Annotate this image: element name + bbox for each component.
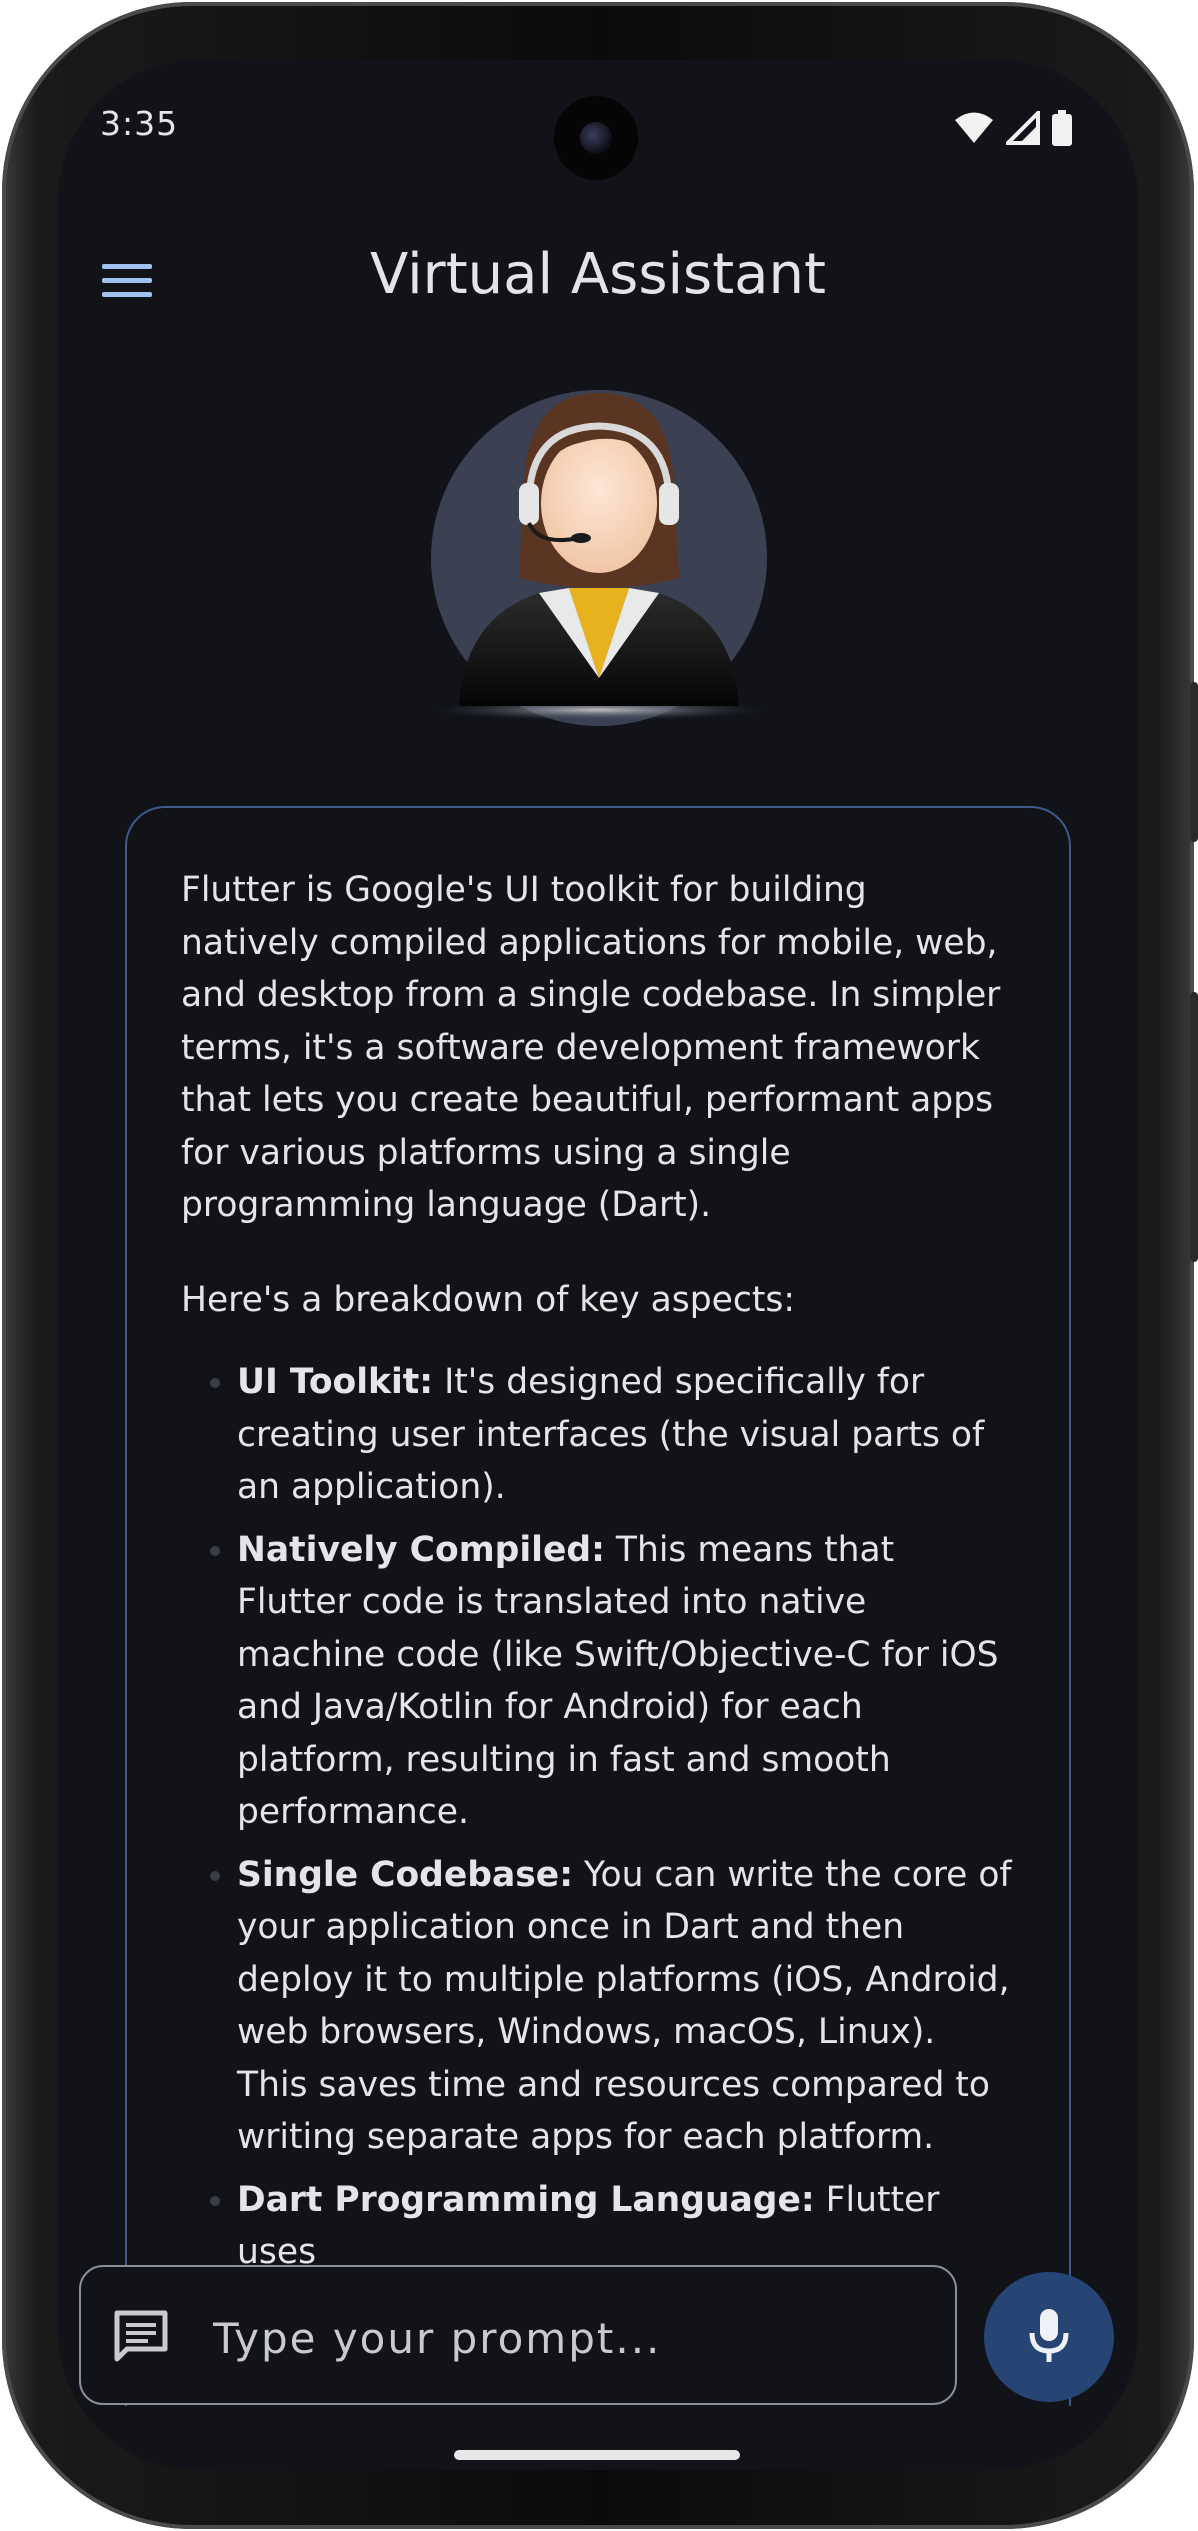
response-breakdown-heading: Here's a breakdown of key aspects: [181, 1279, 795, 1320]
list-item-term: Natively Compiled: [237, 1529, 605, 1570]
cellular-signal-icon [1006, 111, 1040, 145]
microphone-icon [1029, 2309, 1069, 2362]
phone-frame: 3:35 Virtual Assistant Flutter is Google… [2, 2, 1198, 2529]
power-button [1190, 682, 1198, 842]
status-icons [954, 110, 1072, 146]
chat-message-icon [114, 2310, 168, 2362]
response-intro: Flutter is Google's UI toolkit for build… [181, 870, 1001, 1225]
battery-icon [1052, 110, 1072, 146]
list-item-term: Single Codebase: [237, 1854, 573, 1895]
list-item: Single Codebase: You can write the core … [237, 1849, 1013, 2164]
prompt-input-bar[interactable] [79, 2265, 957, 2405]
volume-button [1190, 992, 1198, 1262]
wifi-icon [955, 112, 993, 143]
list-item-term: UI Toolkit: [237, 1362, 434, 1402]
status-time: 3:35 [100, 104, 179, 143]
app-bar: Virtual Assistant [58, 230, 1138, 330]
app-screen: 3:35 Virtual Assistant Flutter is Google… [58, 60, 1138, 2470]
home-indicator[interactable] [454, 2450, 740, 2460]
list-item: Dart Programming Language: Flutter uses [237, 2174, 1013, 2279]
list-item-term: Dart Programming Language: [237, 2179, 815, 2220]
list-item-text: This means that Flutter code is translat… [237, 1529, 999, 1833]
customer-support-agent-avatar [431, 390, 767, 726]
front-camera [554, 96, 638, 180]
list-item-text: You can write the core of your applicati… [237, 1854, 1012, 2158]
microphone-button[interactable] [984, 2272, 1114, 2402]
response-list: UI Toolkit: It's designed specifically f… [181, 1356, 1013, 2279]
prompt-input[interactable] [211, 2297, 915, 2379]
list-item: Natively Compiled: This means that Flutt… [237, 1524, 1013, 1839]
assistant-response-card: Flutter is Google's UI toolkit for build… [125, 806, 1071, 2406]
list-item: UI Toolkit: It's designed specifically f… [237, 1356, 1013, 1514]
app-title: Virtual Assistant [370, 242, 826, 307]
